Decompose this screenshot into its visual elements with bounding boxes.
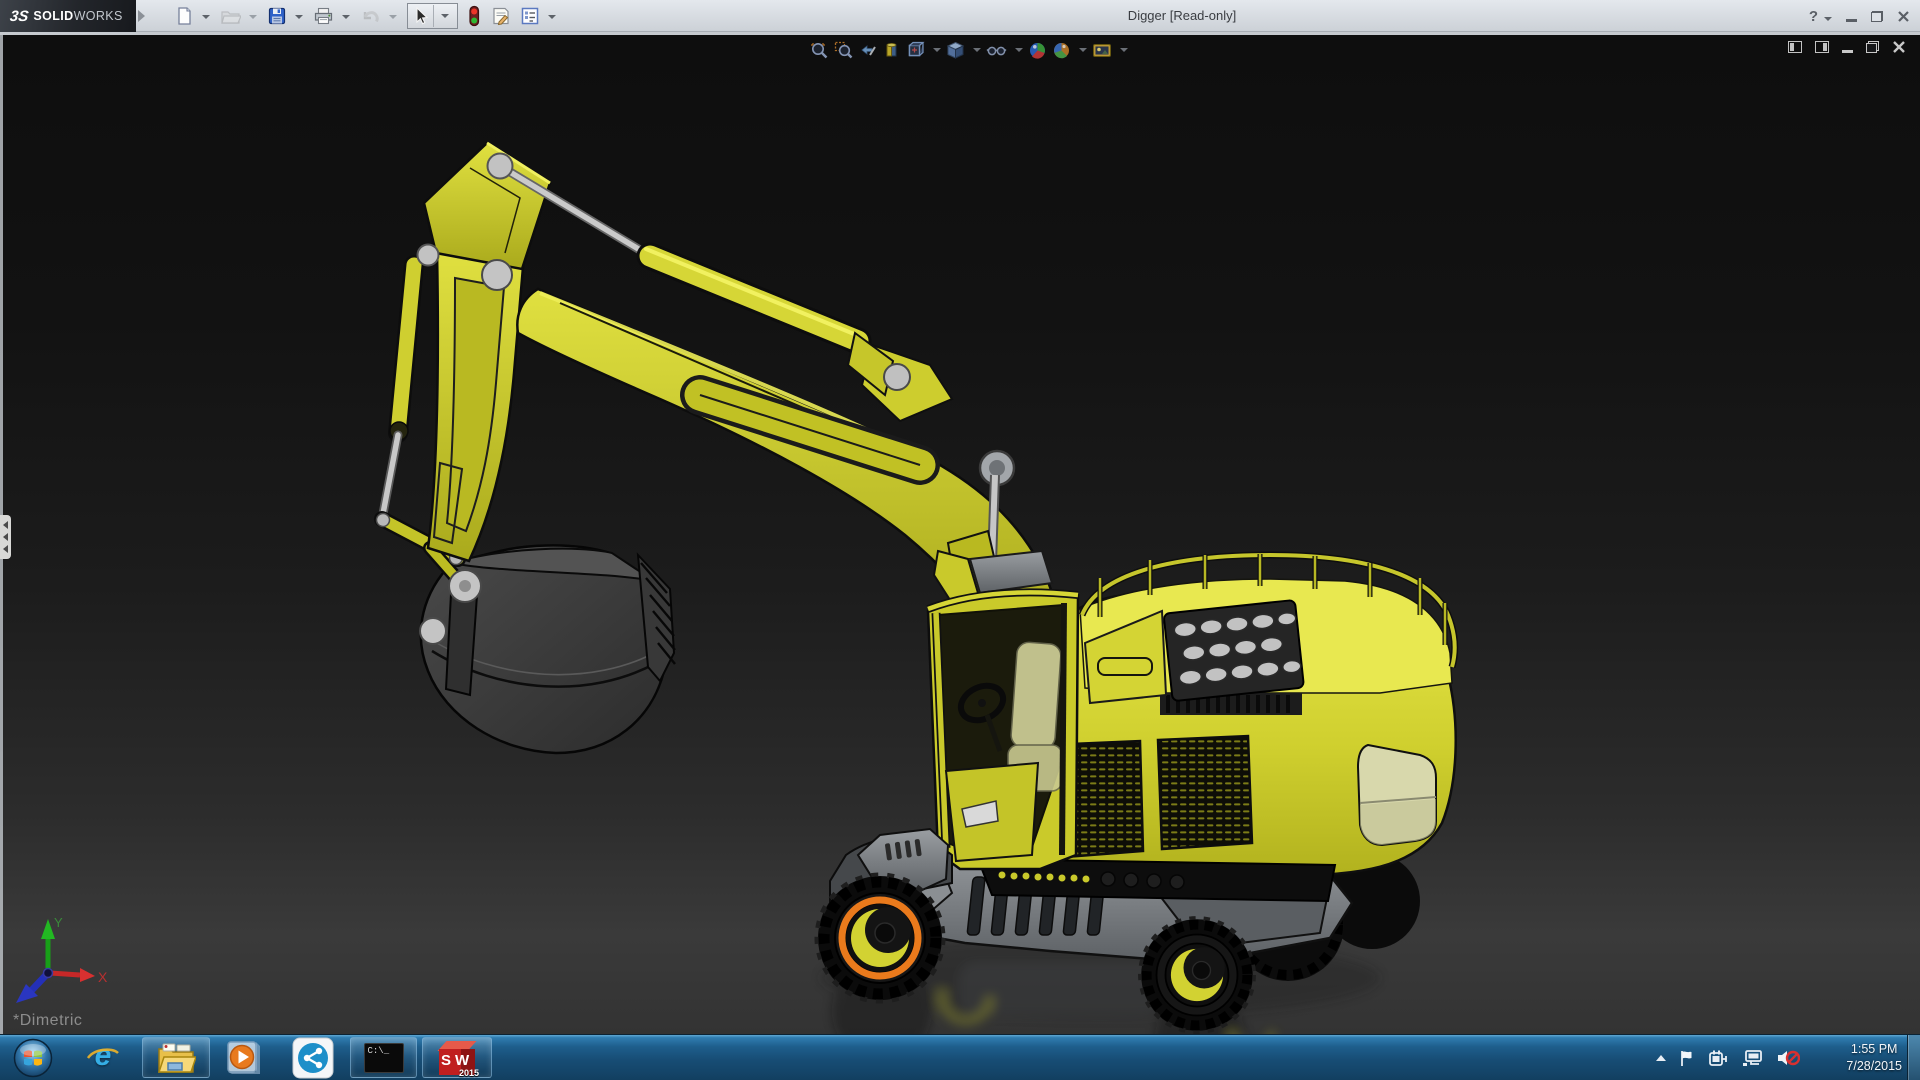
- clock-date: 7/28/2015: [1846, 1059, 1902, 1073]
- volume-muted-icon[interactable]: [1776, 1048, 1800, 1068]
- solidworks-app-icon: SW 2015: [437, 1040, 479, 1078]
- view-orientation-label: *Dimetric: [13, 1012, 83, 1029]
- excavator-cab[interactable]: [926, 549, 1080, 871]
- help-dropdown[interactable]: [1824, 17, 1832, 21]
- engine-block: [1160, 599, 1305, 715]
- windows-start-orb-icon: [13, 1038, 53, 1077]
- graphics-area[interactable]: Y X *Dimetric: [0, 32, 1920, 1037]
- save-button[interactable]: [265, 4, 289, 28]
- taskbar-item-solidworks[interactable]: SW 2015: [422, 1037, 492, 1078]
- select-dropdown[interactable]: [441, 14, 449, 18]
- windows-taskbar: e C:\_ SW 2015 1:55 PM 7/28/2015: [0, 1034, 1920, 1080]
- undo-button[interactable]: [358, 4, 383, 28]
- solidworks-logo-light: WORKS: [73, 9, 123, 23]
- open-button[interactable]: [218, 4, 243, 28]
- rebuild-button[interactable]: [464, 3, 484, 29]
- undo-arrow-icon: [363, 11, 379, 23]
- desktop: 3S SOLID WORKS Digger [Read-only] ? Y X …: [0, 0, 1920, 1080]
- restore-button[interactable]: [1871, 10, 1883, 22]
- undo-dropdown[interactable]: [389, 15, 397, 19]
- media-player-icon: [227, 1040, 260, 1074]
- new-button[interactable]: [172, 4, 196, 28]
- taskbar-item-share-app[interactable]: [286, 1037, 340, 1078]
- show-desktop-button[interactable]: [1907, 1035, 1920, 1080]
- taskbar-item-command-prompt[interactable]: C:\_: [350, 1037, 417, 1078]
- network-icon[interactable]: [1742, 1049, 1764, 1067]
- window-controls: ?: [1809, 0, 1910, 32]
- print-icon: [314, 7, 333, 25]
- file-properties-icon: [493, 7, 509, 26]
- power-plug-icon[interactable]: [1708, 1049, 1730, 1067]
- select-cursor-icon: [416, 6, 429, 25]
- solidworks-logo-bold: SOLID: [33, 9, 74, 23]
- solidworks-logo: 3S SOLID WORKS: [0, 0, 136, 32]
- save-floppy-icon: [268, 7, 286, 25]
- excavator-model[interactable]: [0, 35, 1920, 1037]
- close-button[interactable]: [1897, 10, 1910, 23]
- solidworks-version-badge: 2015: [458, 1067, 479, 1078]
- print-button[interactable]: [311, 4, 336, 28]
- button-divider: [433, 5, 434, 27]
- select-tool-button[interactable]: [407, 3, 458, 29]
- file-properties-button[interactable]: [488, 4, 514, 28]
- start-button[interactable]: [8, 1037, 58, 1078]
- taskbar-item-windows-explorer[interactable]: [142, 1037, 210, 1078]
- options-dropdown[interactable]: [548, 15, 556, 19]
- taskbar-clock[interactable]: 1:55 PM 7/28/2015: [1846, 1035, 1902, 1080]
- new-document-icon: [178, 7, 191, 25]
- help-button[interactable]: ?: [1809, 8, 1818, 25]
- save-dropdown[interactable]: [295, 15, 303, 19]
- options-button[interactable]: [518, 4, 542, 28]
- taskbar-item-internet-explorer[interactable]: e: [80, 1037, 126, 1078]
- windows-explorer-icon: [157, 1043, 196, 1073]
- app-titlebar: 3S SOLID WORKS Digger [Read-only] ?: [0, 0, 1920, 32]
- system-tray: [1656, 1035, 1800, 1080]
- action-center-flag-icon[interactable]: [1678, 1049, 1696, 1067]
- internet-explorer-ring-icon: [86, 1047, 119, 1059]
- window-title: Digger [Read-only]: [1127, 8, 1237, 23]
- quick-access-toolbar: [170, 0, 562, 32]
- clock-time: 1:55 PM: [1850, 1042, 1898, 1056]
- rebuild-stoplight-icon: [469, 5, 480, 27]
- open-folder-icon: [221, 11, 241, 24]
- command-prompt-icon: C:\_: [363, 1042, 404, 1073]
- solidworks-logo-mark: 3S: [8, 7, 30, 25]
- taskbar-item-media-player[interactable]: [218, 1037, 268, 1078]
- side-vent-grille: [1156, 734, 1254, 851]
- solidworks-cube-letters: SW: [441, 1051, 474, 1069]
- menu-expand-arrow-icon[interactable]: [138, 10, 145, 22]
- share-app-icon: [292, 1037, 334, 1078]
- open-dropdown[interactable]: [249, 15, 257, 19]
- print-dropdown[interactable]: [342, 15, 350, 19]
- show-hidden-icons-button[interactable]: [1656, 1055, 1666, 1061]
- new-dropdown[interactable]: [202, 15, 210, 19]
- options-checklist-icon: [521, 7, 539, 25]
- minimize-button[interactable]: [1846, 18, 1857, 22]
